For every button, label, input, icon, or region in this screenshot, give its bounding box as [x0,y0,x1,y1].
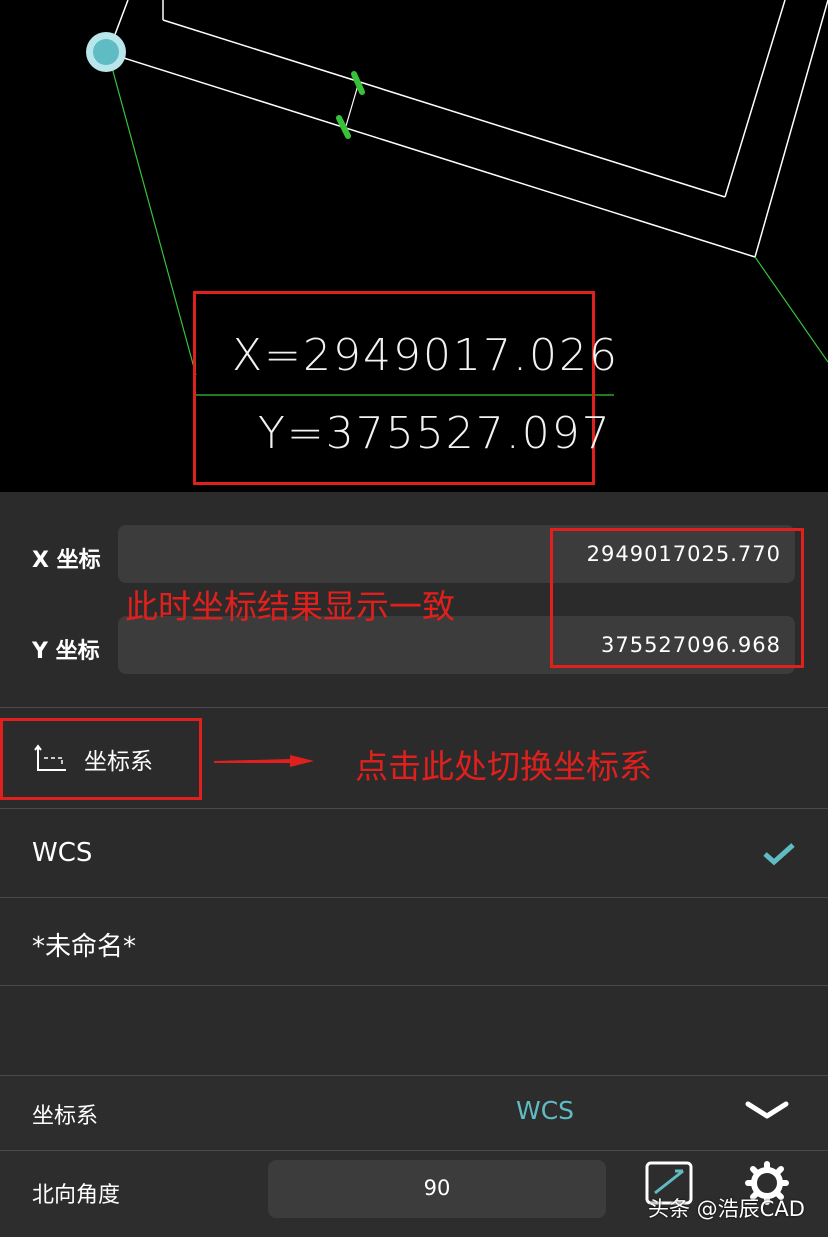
coordinate-panel: X 坐标 2949017025.770 Y 坐标 375527096.968 此… [0,492,828,1237]
coordinate-system-label: 坐标系 [32,1104,99,1129]
checkmark-icon [763,843,795,866]
watermark: 头条 @浩辰CAD [648,1197,805,1221]
coordinate-system-value: WCS [516,1096,575,1125]
coordinate-system-selector[interactable]: 坐标系 WCS [0,1076,828,1150]
list-item-unnamed[interactable]: *未命名* [0,898,828,985]
north-angle-value: 90 [423,1176,451,1200]
values-highlight [550,528,804,668]
switch-annotation: 点击此处切换坐标系 [355,747,652,786]
divider [0,707,828,708]
north-angle-input[interactable]: 90 [268,1160,606,1218]
y-coordinate-label: Y 坐标 [32,639,100,664]
y-readout-text: Y=375527.097 [258,408,612,459]
list-item-label: WCS [32,838,93,868]
x-readout-text: X=2949017.026 [232,330,619,381]
divider [0,985,828,986]
north-angle-label: 北向角度 [32,1183,121,1208]
x-coordinate-label: X 坐标 [32,548,101,573]
result-annotation: 此时坐标结果显示一致 [125,587,455,626]
arrow-annotation [214,755,314,767]
chevron-down-icon [745,1101,789,1119]
list-item-wcs[interactable]: WCS [0,809,828,897]
button-highlight [0,718,202,800]
list-item-label: *未命名* [32,932,137,962]
cad-canvas[interactable]: 15 X=2949017.026 Y=375527.097 [0,0,828,492]
